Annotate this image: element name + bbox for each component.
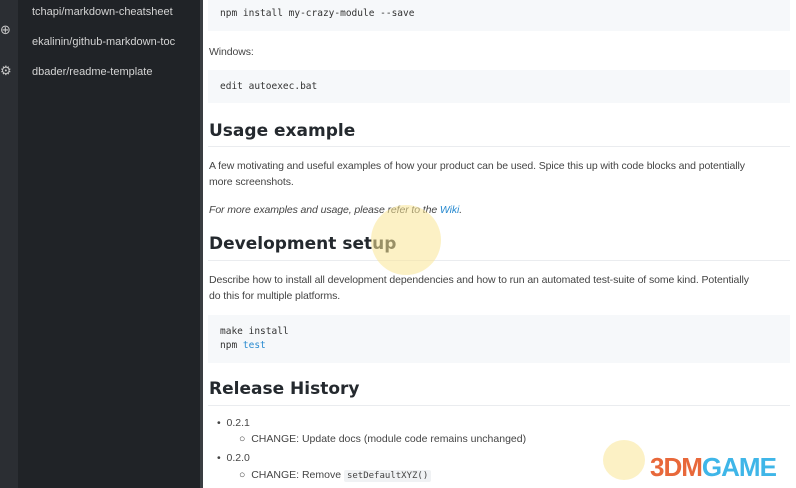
gear-icon[interactable]: ⚙ [0, 64, 14, 78]
change: CHANGE: Update docs (module code remains… [251, 433, 527, 445]
watermark-logo: 3DMGAME [650, 452, 777, 483]
heading-rule [208, 146, 790, 147]
list-item: • 0.2.1 [217, 417, 250, 429]
watermark-mascot [371, 205, 441, 275]
code-line: make install [220, 326, 289, 337]
paragraph-italic: For more examples and usage, please refe… [209, 202, 789, 218]
heading-usage: Usage example [209, 121, 356, 141]
sidebar-item[interactable]: tchapi/markdown-cheatsheet [32, 6, 196, 18]
activity-bar: ⊕ ⚙ [0, 0, 18, 488]
paragraph: Describe how to install all development … [209, 274, 749, 286]
watermark-text: GAME [701, 452, 777, 482]
version: 0.2.1 [226, 417, 250, 429]
markdown-preview: npm install my-crazy-module --save Windo… [203, 0, 796, 488]
paragraph: do this for multiple platforms. [209, 290, 341, 302]
heading-release-history: Release History [209, 379, 360, 399]
watermark-logo-mascot [603, 440, 645, 480]
paragraph: more screenshots. [209, 176, 294, 188]
watermark-text: 3DM [650, 452, 703, 482]
sidebar: tchapi/markdown-cheatsheet ekalinin/gith… [18, 0, 200, 488]
sidebar-item[interactable]: ekalinin/github-markdown-toc [32, 36, 196, 48]
paragraph: A few motivating and useful examples of … [209, 160, 745, 172]
list-subitem: ○ CHANGE: Update docs (module code remai… [239, 433, 527, 445]
code-block: edit autoexec.bat [208, 70, 790, 103]
code-block: make install npm test [208, 315, 790, 363]
code-line: npm test [220, 339, 790, 353]
plus-circle-icon[interactable]: ⊕ [0, 23, 14, 37]
list-item: • 0.2.0 [217, 452, 250, 464]
wiki-link[interactable]: Wiki [440, 204, 459, 216]
text: . [459, 204, 463, 216]
code-arg: test [242, 340, 266, 351]
version: 0.2.0 [226, 452, 250, 464]
list-subitem: ○ CHANGE: Remove setDefaultXYZ() [239, 469, 432, 482]
code-cmd: npm [220, 340, 243, 351]
paragraph: Windows: [209, 46, 254, 58]
sidebar-item[interactable]: dbader/readme-template [32, 66, 196, 78]
code-block: npm install my-crazy-module --save [208, 0, 790, 31]
heading-rule [208, 260, 790, 261]
heading-dev-setup: Development setup [209, 234, 397, 254]
inline-code: setDefaultXYZ() [343, 470, 432, 482]
heading-rule [208, 405, 790, 406]
change: CHANGE: Remove [251, 469, 344, 481]
